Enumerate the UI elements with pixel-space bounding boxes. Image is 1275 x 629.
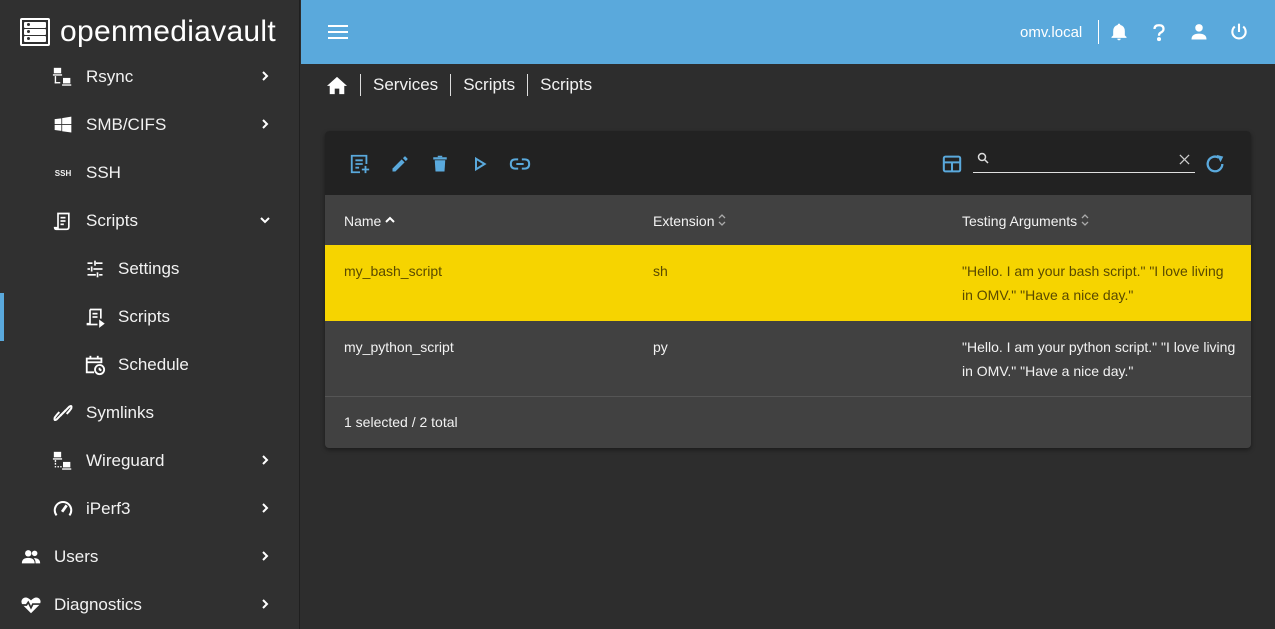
top-bar: omv.local [301, 0, 1275, 64]
sidebar-item-label: SSH [86, 163, 121, 182]
menu-icon[interactable] [328, 25, 348, 39]
calendar-clock-icon [84, 354, 106, 376]
help-icon[interactable] [1147, 20, 1171, 44]
breadcrumb-separator [450, 74, 452, 96]
sidebar-item-label: Diagnostics [54, 595, 142, 614]
table-row[interactable]: my_bash_script sh "Hello. I am your bash… [325, 245, 1251, 321]
network-icon [52, 450, 74, 472]
cell-extension: sh [653, 263, 668, 279]
search-input[interactable] [993, 151, 1173, 171]
sidebar-item-label: Rsync [86, 67, 134, 86]
sidebar-item-symlinks[interactable]: Symlinks [0, 389, 300, 437]
column-toggle-icon[interactable] [941, 153, 963, 175]
sidebar-item-iperf3[interactable]: iPerf3 [0, 485, 300, 533]
sidebar-item-scripts-scripts[interactable]: Scripts [0, 293, 300, 341]
brand-logo[interactable]: openmediavault [20, 14, 276, 50]
column-header-testing-arguments[interactable]: Testing Arguments [962, 213, 1089, 229]
selection-count: 1 selected / 2 total [344, 414, 458, 430]
home-icon[interactable] [326, 75, 348, 95]
column-label: Name [344, 213, 382, 229]
breadcrumb-item-scripts[interactable]: Scripts [463, 75, 515, 95]
table-toolbar [325, 131, 1251, 195]
link-icon [52, 402, 74, 424]
sidebar-item-label: Settings [118, 259, 180, 278]
search-field[interactable] [973, 149, 1195, 173]
tune-icon [84, 258, 106, 280]
sidebar-item-label: Scripts [86, 211, 138, 230]
breadcrumb-item-current: Scripts [540, 75, 593, 94]
column-header-name[interactable]: Name [344, 213, 396, 229]
table-header: Name Extension Testing Arguments [325, 195, 1251, 245]
sort-unsorted-icon [1081, 213, 1089, 229]
cell-testing-arguments: "Hello. I am your python script." "I lov… [962, 339, 1236, 379]
user-icon[interactable] [1187, 20, 1211, 44]
sidebar-item-diagnostics[interactable]: Diagnostics [0, 581, 300, 629]
edit-icon[interactable] [389, 153, 411, 175]
column-label: Testing Arguments [962, 213, 1078, 229]
heart-pulse-icon [20, 594, 42, 616]
cell-name: my_bash_script [344, 263, 443, 279]
link-icon[interactable] [509, 153, 531, 175]
cell-testing-arguments: "Hello. I am your bash script." "I love … [962, 263, 1224, 303]
server-icon [20, 18, 50, 46]
sidebar-item-rsync[interactable]: Rsync [0, 53, 300, 101]
sort-unsorted-icon [718, 213, 726, 229]
sidebar-item-scripts-schedule[interactable]: Schedule [0, 341, 300, 389]
hostname: omv.local [1020, 24, 1083, 41]
clear-search-icon[interactable] [1179, 152, 1190, 170]
chevron-right-icon [256, 67, 274, 85]
sidebar: openmediavault Rsync SMB/CIFS SSH SSH Sc… [0, 0, 300, 629]
sidebar-item-label: iPerf3 [86, 499, 131, 518]
script-play-icon [84, 306, 106, 328]
sidebar-item-label: SMB/CIFS [86, 115, 167, 134]
chevron-right-icon [256, 115, 274, 133]
breadcrumb: Services Scripts Scripts [326, 72, 592, 98]
power-icon[interactable] [1227, 20, 1251, 44]
sidebar-item-label: Symlinks [86, 403, 155, 422]
rsync-icon [52, 66, 74, 88]
sidebar-item-label: Scripts [118, 307, 170, 326]
breadcrumb-item-services[interactable]: Services [373, 75, 438, 95]
chevron-down-icon [256, 211, 274, 229]
bell-icon[interactable] [1107, 20, 1131, 44]
sidebar-item-label: Wireguard [86, 451, 165, 470]
column-header-extension[interactable]: Extension [653, 213, 726, 229]
chevron-right-icon [256, 499, 274, 517]
chevron-right-icon [256, 451, 274, 469]
run-icon[interactable] [469, 153, 491, 175]
speedometer-icon [52, 498, 74, 520]
brand-name: openmediavault [60, 15, 277, 48]
sort-ascending-icon [385, 216, 396, 227]
script-icon [52, 210, 74, 232]
windows-icon [52, 114, 74, 136]
sidebar-item-smb-cifs[interactable]: SMB/CIFS [0, 101, 300, 149]
sidebar-item-scripts[interactable]: Scripts [0, 197, 300, 245]
search-icon [977, 151, 989, 169]
sidebar-item-label: Users [54, 547, 99, 566]
chevron-right-icon [256, 547, 274, 565]
users-icon [20, 546, 42, 568]
scripts-table-card: Name Extension Testing Arguments my_bash… [325, 131, 1251, 448]
add-icon[interactable] [349, 153, 371, 175]
sidebar-item-scripts-settings[interactable]: Settings [0, 245, 300, 293]
sidebar-item-wireguard[interactable]: Wireguard [0, 437, 300, 485]
sidebar-item-ssh[interactable]: SSH SSH [0, 149, 300, 197]
breadcrumb-separator [360, 74, 361, 96]
chevron-right-icon [256, 595, 274, 613]
refresh-icon[interactable] [1204, 153, 1226, 175]
ssh-icon: SSH [54, 168, 72, 178]
cell-name: my_python_script [344, 339, 454, 355]
sidebar-item-users[interactable]: Users [0, 533, 300, 581]
topbar-divider [1098, 20, 1099, 44]
breadcrumb-separator [527, 74, 529, 96]
delete-icon[interactable] [429, 153, 451, 175]
table-footer: 1 selected / 2 total [325, 397, 1251, 448]
sidebar-item-label: Schedule [118, 355, 189, 374]
column-label: Extension [653, 213, 715, 229]
cell-extension: py [653, 339, 668, 355]
table-row[interactable]: my_python_script py "Hello. I am your py… [325, 321, 1251, 397]
